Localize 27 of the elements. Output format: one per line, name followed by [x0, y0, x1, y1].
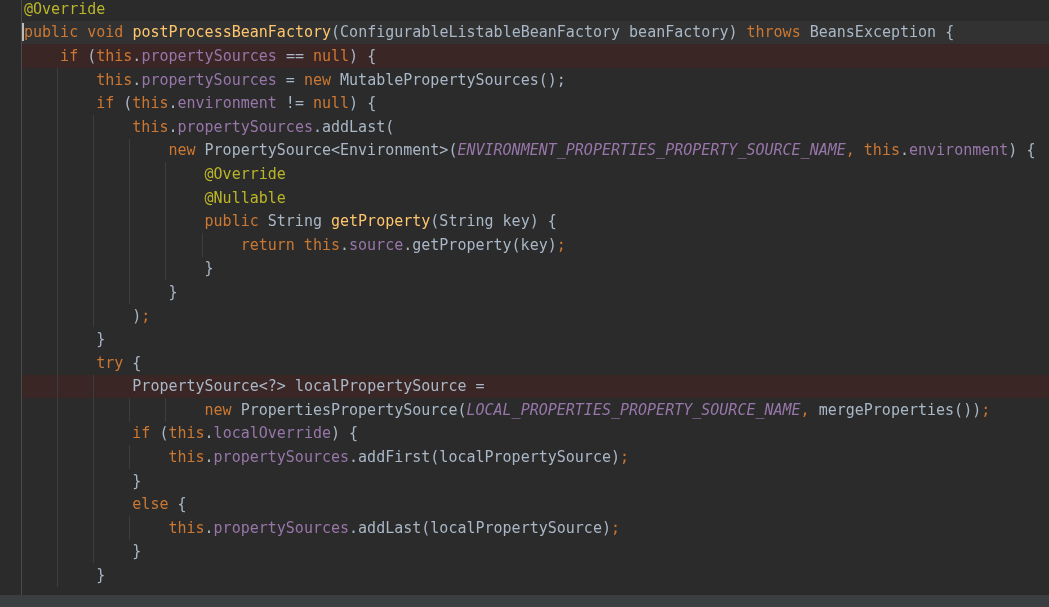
code-line: this.propertySources.addLast(localPropertySource); [168, 517, 620, 538]
code-line: this.propertySources = new MutablePropertySources(); [96, 69, 566, 90]
text-cursor [22, 23, 24, 42]
code-line: } [132, 470, 142, 491]
code-line: if (this.propertySources == null) { [60, 46, 377, 66]
code-line: @Override [24, 0, 106, 19]
code-line: this.propertySources.addFirst(localPropertySource); [168, 447, 630, 468]
code-line: new PropertySource<Environment>(ENVIRONMENT_PROPERTIES_PROPERTY_SOURCE_NAME, this.environment) { [168, 140, 1036, 161]
code-line: } [168, 281, 178, 302]
code-line: this.propertySources.addLast( [132, 116, 395, 137]
code-line: } [96, 565, 106, 586]
code-line: @Override [204, 163, 286, 184]
horizontal-scrollbar[interactable] [0, 595, 1049, 607]
code-line: else { [132, 494, 187, 515]
code-line: public void postProcessBeanFactory(ConfigurableListableBeanFactory beanFactory) throws BeansException { [24, 22, 955, 43]
code-line: PropertySource<?> localPropertySource = [132, 376, 485, 397]
code-line: if (this.localOverride) { [132, 423, 359, 444]
code-line: new PropertiesPropertySource(LOCAL_PROPERTIES_PROPERTY_SOURCE_NAME, mergeProperties()); [204, 399, 991, 420]
code-line: } [96, 329, 106, 350]
code-line: try { [96, 352, 142, 373]
code-line: return this.source.getProperty(key); [240, 234, 566, 255]
code-line: public String getProperty(String key) { [204, 211, 557, 232]
code-line: } [132, 541, 142, 562]
code-line: if (this.environment != null) { [96, 93, 377, 114]
code-line: @Nullable [204, 187, 286, 208]
code-line: ); [132, 305, 151, 326]
code-line: } [204, 258, 214, 279]
